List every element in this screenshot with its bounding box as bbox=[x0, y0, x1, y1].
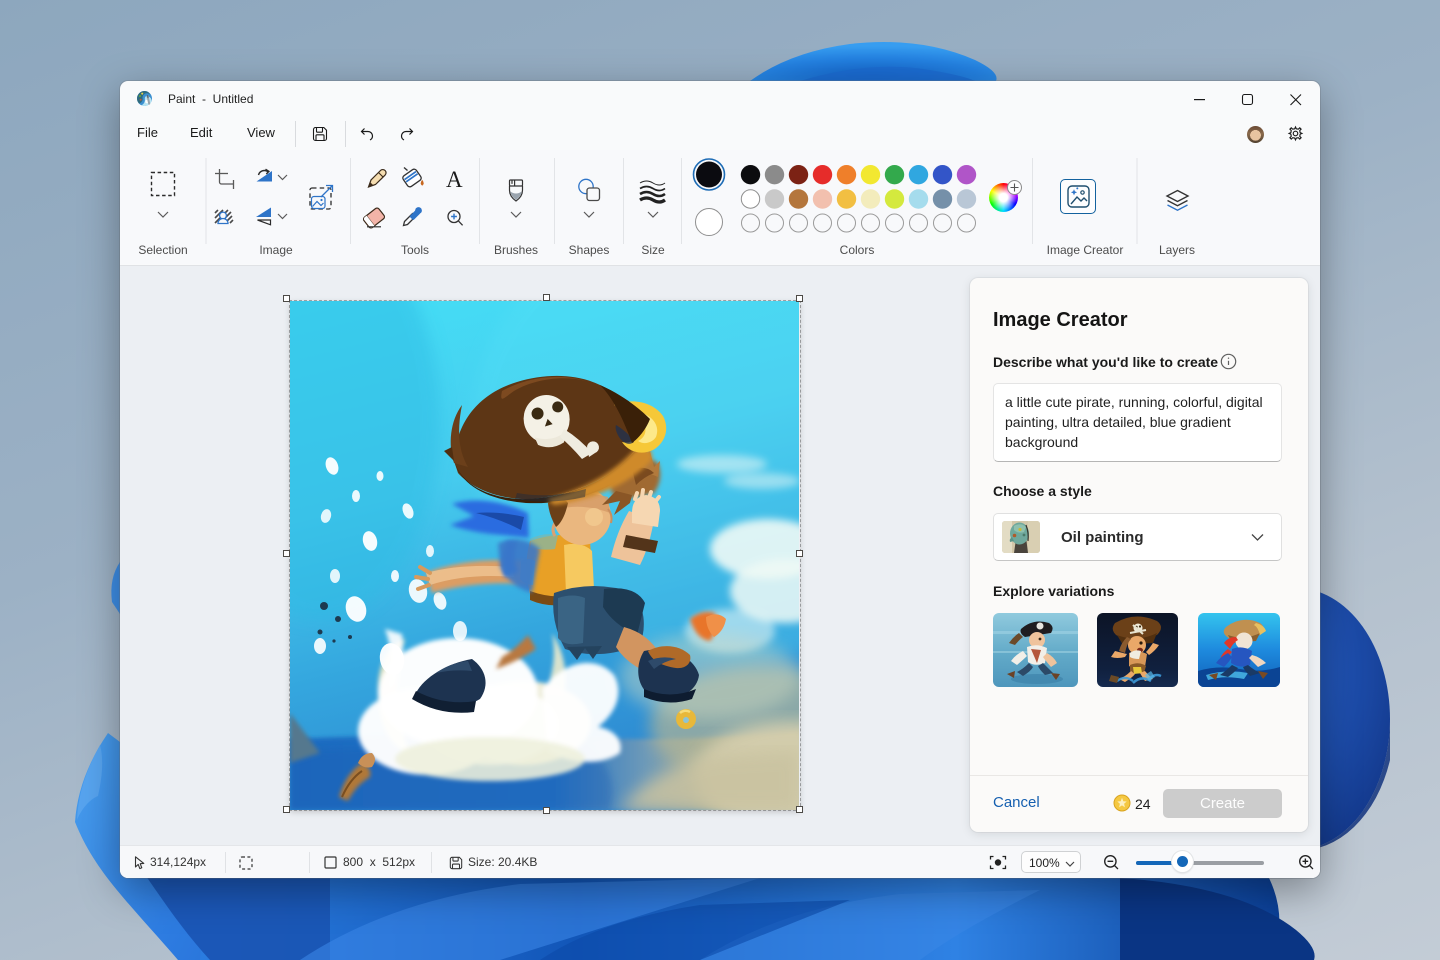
svg-text:A: A bbox=[446, 167, 463, 192]
